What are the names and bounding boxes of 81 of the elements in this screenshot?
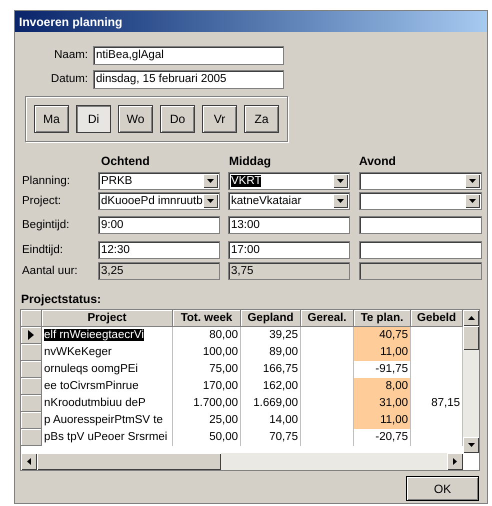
table-cell: 162,00: [241, 378, 301, 395]
table-cell: 11,00: [354, 344, 411, 361]
day-button[interactable]: Di: [76, 105, 111, 133]
table-cell: 1.669,00: [241, 395, 301, 412]
horizontal-scrollbar[interactable]: [21, 453, 463, 470]
column-heading: Avond: [359, 154, 396, 168]
table-cell: 170,00: [173, 378, 241, 395]
down-arrow-icon: [468, 443, 474, 447]
column-header[interactable]: Tot. week: [173, 310, 241, 326]
text-field[interactable]: dinsdag, 15 februari 2005: [93, 70, 284, 89]
text-field[interactable]: 17:00: [228, 241, 350, 259]
section-heading: Projectstatus:: [21, 291, 102, 308]
row-pointer-icon: [28, 330, 34, 340]
scroll-left-button[interactable]: [21, 453, 37, 470]
scroll-thumb[interactable]: [37, 453, 221, 470]
table-cell: 70,75: [241, 429, 301, 446]
left-arrow-icon: [27, 458, 31, 465]
text-field[interactable]: 12:30: [98, 241, 220, 259]
table-cell: 25,00: [173, 412, 241, 429]
table-cell: 8,00: [354, 378, 411, 395]
table-cell: 75,00: [173, 361, 241, 378]
table-cell: pBs tpV uPeoer Srsrmei: [42, 429, 173, 446]
day-button[interactable]: Ma: [34, 105, 69, 133]
table-cell: -20,75: [354, 429, 411, 446]
column-header[interactable]: Gereal.: [301, 310, 354, 326]
dropdown-field[interactable]: katneVkataiar: [228, 192, 350, 210]
table-cell: 166,75: [241, 361, 301, 378]
window-title: Invoeren planning: [15, 11, 487, 32]
day-button[interactable]: Vr: [202, 105, 237, 133]
form-label: Aantal uur:: [21, 264, 79, 279]
table-cell: nvWKeKeger: [42, 344, 173, 361]
table-cell: elf rnWeieegtaecrVi: [42, 327, 173, 344]
table-cell: 40,75: [354, 327, 411, 344]
dropdown-field[interactable]: VKRT: [228, 172, 350, 190]
table-cell: 50,00: [173, 429, 241, 446]
text-field[interactable]: [359, 241, 482, 259]
text-field[interactable]: 9:00: [98, 216, 220, 234]
text-field[interactable]: ntiBea,glAgal: [93, 46, 284, 65]
readonly-field: 3,25: [98, 262, 220, 280]
day-button[interactable]: Wo: [118, 105, 153, 133]
field-label: Datum:: [50, 72, 89, 87]
scroll-up-button[interactable]: [463, 310, 479, 326]
table-cell: 39,25: [241, 327, 301, 344]
text-field[interactable]: [359, 216, 482, 234]
column-header[interactable]: Gepland: [241, 310, 301, 326]
column-header[interactable]: Te plan.: [354, 310, 411, 326]
table-cell: 80,00: [173, 327, 241, 344]
right-arrow-icon: [453, 458, 457, 465]
day-button[interactable]: Do: [160, 105, 195, 133]
up-arrow-icon: [468, 316, 474, 320]
day-button[interactable]: Za: [244, 105, 279, 133]
table-cell: 100,00: [173, 344, 241, 361]
form-label: Planning:: [21, 174, 71, 189]
form-label: Project:: [21, 194, 62, 209]
scroll-thumb[interactable]: [463, 326, 479, 350]
scroll-right-button[interactable]: [447, 453, 463, 470]
readonly-field: 3,75: [228, 262, 350, 280]
table-cell: nKroodutmbiuu deP: [42, 395, 173, 412]
table-cell: p AuoresspeirPtmSV te: [42, 412, 173, 429]
table-cell: ee toCivrsmPinrue: [42, 378, 173, 395]
table-cell: ornuleqs oomgPEi: [42, 361, 173, 378]
table-cell: 11,00: [354, 412, 411, 429]
dropdown-field[interactable]: PRKB: [98, 172, 220, 190]
dropdown-field[interactable]: [359, 172, 482, 190]
table-cell: 31,00: [354, 395, 411, 412]
row-header[interactable]: [21, 327, 42, 344]
dropdown-field[interactable]: dKuooePd imnruutb: [98, 192, 220, 210]
scroll-down-button[interactable]: [463, 437, 479, 453]
form-label: Eindtijd:: [21, 243, 64, 258]
table-cell: 1.700,00: [173, 395, 241, 412]
column-heading: Middag: [229, 154, 271, 168]
table-cell: 14,00: [241, 412, 301, 429]
form-label: Begintijd:: [21, 218, 70, 233]
text-field[interactable]: 13:00: [228, 216, 350, 234]
column-header[interactable]: Project: [42, 310, 173, 326]
field-label: Naam:: [53, 48, 89, 63]
dropdown-field[interactable]: [359, 192, 482, 210]
ok-button[interactable]: OK: [406, 476, 479, 501]
column-heading: Ochtend: [101, 154, 150, 168]
table-cell: 89,00: [241, 344, 301, 361]
vertical-scrollbar[interactable]: [463, 310, 479, 453]
